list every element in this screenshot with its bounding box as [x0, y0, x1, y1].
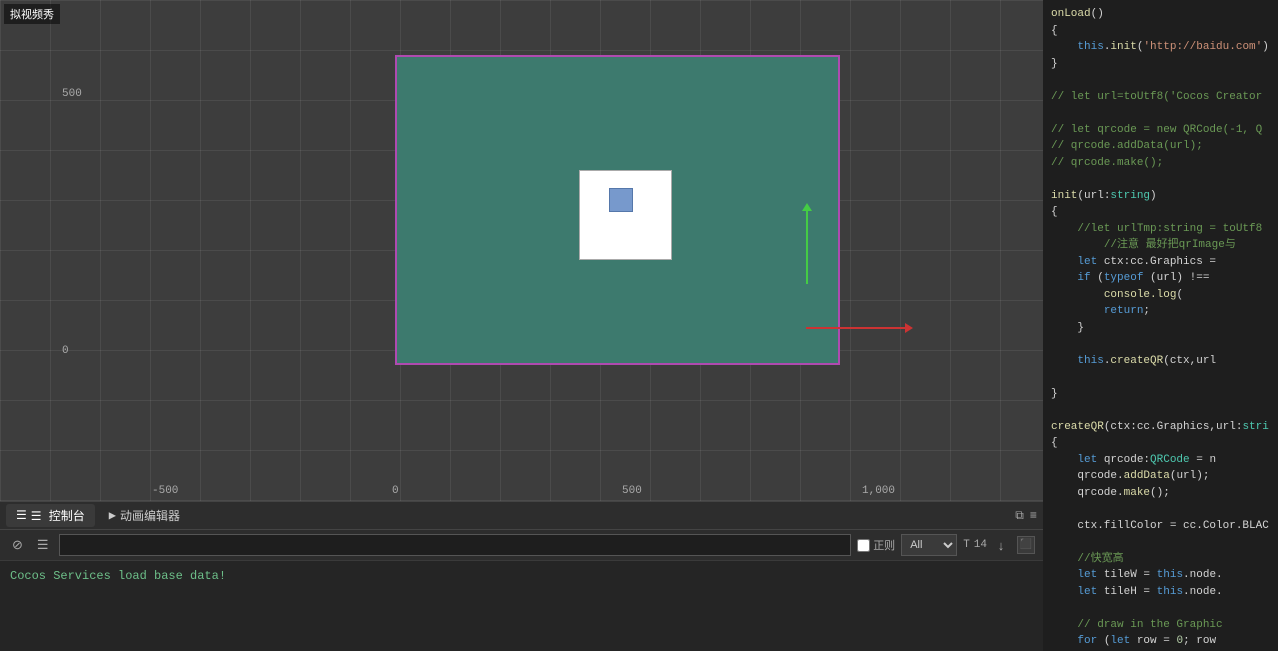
font-controls: T 14 ↓ — [963, 535, 1011, 555]
console-toolbar: ⊘ ☰ 正则 All Log Warn Error T 14 ↓ — [0, 530, 1043, 561]
code-line-26: //快宽高 — [1051, 551, 1270, 568]
sprite-node[interactable] — [609, 188, 633, 212]
code-line-24: qrcode.make(); — [1051, 485, 1270, 502]
label-x-neg500: -500 — [152, 485, 178, 497]
code-line-16: return; — [1051, 303, 1270, 320]
level-select[interactable]: All Log Warn Error — [901, 534, 957, 556]
code-line-18: this.createQR(ctx,url — [1051, 353, 1270, 370]
watermark: 拟视频秀 — [4, 4, 60, 24]
node-object[interactable] — [579, 170, 672, 260]
console-icon: ☰ — [16, 508, 27, 523]
console-tab-label: ☰ 控制台 — [31, 507, 85, 524]
bottom-tabs: ☰ ☰ 控制台 ▶ 动画编辑器 ⧉ ≡ — [0, 502, 1043, 530]
code-line-17: } — [1051, 320, 1270, 337]
scene-panel: 500 0 -500 0 500 1,000 — [0, 0, 1043, 651]
label-x-pos500: 500 — [622, 485, 642, 497]
code-line-27: let tileW = this.node. — [1051, 567, 1270, 584]
code-line-12: //注意 最好把qrImage与 — [1051, 237, 1270, 254]
label-x-1000: 1,000 — [862, 485, 895, 497]
anim-tab-label: 动画编辑器 — [120, 507, 180, 524]
code-panel: onLoad() { this.init('http://baidu.com')… — [1043, 0, 1278, 651]
code-line-28: let tileH = this.node. — [1051, 584, 1270, 601]
code-line-21: { — [1051, 435, 1270, 452]
code-line-5: // let url=toUtf8('Cocos Creator — [1051, 89, 1270, 106]
code-line-23: qrcode.addData(url); — [1051, 468, 1270, 485]
tab-controls: ⧉ ≡ — [1015, 509, 1037, 523]
code-line-29: // draw in the Graphic — [1051, 617, 1270, 634]
search-input[interactable] — [59, 534, 852, 556]
tab-anim-editor[interactable]: ▶ 动画编辑器 — [99, 504, 190, 527]
code-line-4: } — [1051, 56, 1270, 73]
regex-toggle[interactable]: 正则 — [857, 537, 895, 553]
log-line-1: Cocos Services load base data! — [10, 567, 1033, 586]
code-line-19: } — [1051, 386, 1270, 403]
code-line-25: ctx.fillColor = cc.Color.BLAC — [1051, 518, 1270, 535]
code-line-6: // let qrcode = new QRCode(-1, Q — [1051, 122, 1270, 139]
code-line-1: onLoad() — [1051, 6, 1270, 23]
maximize-button[interactable]: ⬛ — [1017, 536, 1035, 554]
font-down-button[interactable]: ↓ — [991, 535, 1011, 555]
restore-icon[interactable]: ⧉ — [1015, 509, 1024, 523]
console-output: Cocos Services load base data! — [0, 561, 1043, 651]
label-x-0: 0 — [392, 485, 399, 497]
font-up-icon[interactable]: T — [963, 539, 970, 551]
tab-console[interactable]: ☰ ☰ 控制台 — [6, 504, 95, 527]
code-line-22: let qrcode:QRCode = n — [1051, 452, 1270, 469]
code-line-13: let ctx:cc.Graphics = — [1051, 254, 1270, 271]
clear-button[interactable]: ⊘ — [8, 536, 27, 554]
code-line-11: //let urlTmp:string = toUtf8 — [1051, 221, 1270, 238]
font-size-display: 14 — [974, 539, 987, 551]
code-line-2: { — [1051, 23, 1270, 40]
anim-icon: ▶ — [109, 508, 116, 523]
regex-checkbox[interactable] — [857, 539, 870, 552]
label-y-500: 500 — [62, 88, 82, 100]
doc-button[interactable]: ☰ — [33, 536, 53, 554]
scene-view[interactable]: 500 0 -500 0 500 1,000 — [0, 0, 1043, 501]
main-layout: 500 0 -500 0 500 1,000 — [0, 0, 1278, 651]
code-line-8: // qrcode.make(); — [1051, 155, 1270, 172]
code-line-9: init(url:string) — [1051, 188, 1270, 205]
y-axis-arrow — [806, 209, 808, 284]
code-line-3: this.init('http://baidu.com') — [1051, 39, 1270, 56]
code-line-30: for (let row = 0; row — [1051, 633, 1270, 650]
code-line-15: console.log( — [1051, 287, 1270, 304]
code-line-20: createQR(ctx:cc.Graphics,url:stri — [1051, 419, 1270, 436]
label-y-0: 0 — [62, 345, 69, 357]
menu-icon[interactable]: ≡ — [1030, 509, 1037, 523]
x-axis-arrow — [806, 327, 906, 329]
bottom-panel: ☰ ☰ 控制台 ▶ 动画编辑器 ⧉ ≡ ⊘ ☰ 正则 — [0, 501, 1043, 651]
code-line-10: { — [1051, 204, 1270, 221]
code-line-7: // qrcode.addData(url); — [1051, 138, 1270, 155]
canvas-viewport[interactable] — [395, 55, 840, 365]
regex-label: 正则 — [873, 537, 895, 553]
code-line-14: if (typeof (url) !== — [1051, 270, 1270, 287]
